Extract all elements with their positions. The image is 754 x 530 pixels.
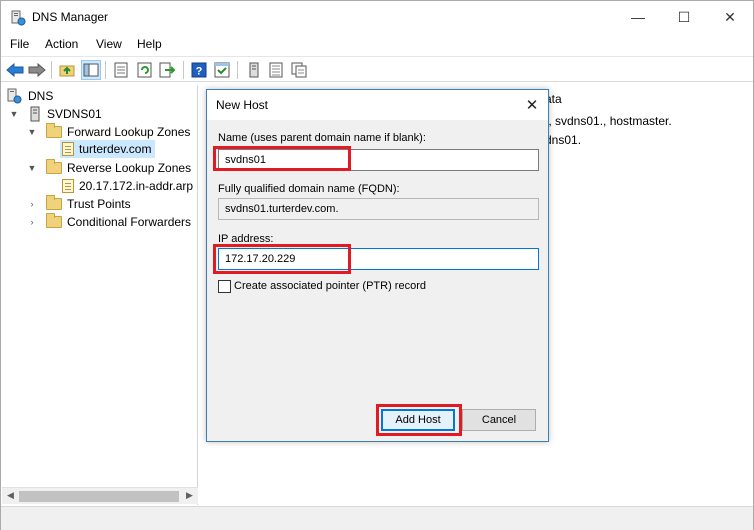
help-icon[interactable]: ? bbox=[189, 60, 209, 80]
chevron-down-icon[interactable]: ▼ bbox=[8, 109, 20, 119]
tree-item-forward-lookup-zones[interactable]: ▼ Forward Lookup Zones bbox=[26, 123, 190, 141]
action-pane-icon[interactable] bbox=[212, 60, 232, 80]
tree-item-turterdev-zone[interactable]: turterdev.com bbox=[60, 140, 156, 158]
chevron-right-icon[interactable]: › bbox=[26, 217, 38, 227]
back-arrow-icon[interactable] bbox=[5, 60, 25, 80]
copy-records-icon[interactable] bbox=[289, 60, 309, 80]
server-icon[interactable] bbox=[244, 60, 264, 80]
tree-label-conditional-forwarders: Conditional Forwarders bbox=[67, 215, 192, 229]
menu-bar: File Action View Help bbox=[1, 33, 753, 55]
host-name-input[interactable]: svdns01 bbox=[218, 149, 539, 171]
new-host-dialog: New Host ✕ Name (uses parent domain name… bbox=[206, 89, 549, 442]
folder-icon bbox=[46, 159, 62, 174]
folder-icon bbox=[46, 195, 62, 210]
close-button[interactable]: ✕ bbox=[707, 1, 753, 33]
properties-list-icon[interactable] bbox=[111, 60, 131, 80]
tree-label-reverse-zone-item: 20.17.172.in-addr.arp bbox=[79, 179, 194, 193]
window-title: DNS Manager bbox=[32, 10, 109, 24]
chevron-right-icon[interactable]: › bbox=[26, 199, 38, 209]
fqdn-label: Fully qualified domain name (FQDN): bbox=[218, 183, 400, 195]
refresh-icon[interactable] bbox=[135, 60, 155, 80]
zone-file-icon bbox=[62, 179, 74, 193]
server-icon bbox=[30, 106, 40, 122]
record-row-ns[interactable]: dns01. bbox=[545, 133, 581, 147]
pane-edge-marks bbox=[747, 205, 750, 325]
show-hide-tree-icon[interactable] bbox=[81, 60, 101, 80]
forward-arrow-icon[interactable] bbox=[27, 60, 47, 80]
tree-item-trust-points[interactable]: › Trust Points bbox=[26, 195, 131, 213]
tree-label-reverse-zones: Reverse Lookup Zones bbox=[67, 161, 192, 175]
tree-label-turterdev: turterdev.com bbox=[79, 142, 152, 156]
toolbar: ? bbox=[1, 56, 753, 82]
tree-label-server: SVDNS01 bbox=[47, 107, 102, 121]
folder-icon bbox=[46, 123, 62, 138]
minimize-button[interactable]: — bbox=[615, 1, 661, 33]
menu-action[interactable]: Action bbox=[45, 37, 78, 51]
scroll-left-icon[interactable]: ◀ bbox=[7, 490, 14, 501]
zone-file-icon bbox=[62, 142, 74, 156]
folder-icon bbox=[46, 213, 62, 228]
tree-label-forward-zones: Forward Lookup Zones bbox=[67, 125, 191, 139]
menu-help[interactable]: Help bbox=[137, 37, 162, 51]
scroll-right-icon[interactable]: ▶ bbox=[186, 490, 193, 501]
record-row-soa[interactable]: ], svdns01., hostmaster. bbox=[545, 114, 672, 128]
menu-file[interactable]: File bbox=[10, 37, 29, 51]
scrollbar-thumb[interactable] bbox=[19, 491, 179, 502]
svg-text:?: ? bbox=[196, 66, 203, 78]
console-tree: DNS ▼ SVDNS01 ▼ Forward Lookup Zones tur… bbox=[2, 85, 198, 505]
record-list-icon[interactable] bbox=[266, 60, 286, 80]
cancel-button[interactable]: Cancel bbox=[462, 409, 536, 431]
ptr-checkbox[interactable] bbox=[218, 280, 231, 293]
dialog-title-bar: New Host ✕ bbox=[207, 90, 548, 120]
name-label: Name (uses parent domain name if blank): bbox=[218, 132, 426, 144]
tree-item-reverse-zone[interactable]: 20.17.172.in-addr.arp bbox=[62, 177, 193, 195]
tree-item-conditional-forwarders[interactable]: › Conditional Forwarders bbox=[26, 213, 191, 231]
dialog-title: New Host bbox=[216, 98, 269, 112]
export-list-icon[interactable] bbox=[157, 60, 177, 80]
dns-server-icon bbox=[11, 10, 26, 26]
tree-item-server[interactable]: ▼ SVDNS01 bbox=[8, 105, 102, 123]
dns-icon bbox=[7, 88, 22, 104]
close-icon[interactable]: ✕ bbox=[522, 95, 542, 115]
ptr-label: Create associated pointer (PTR) record bbox=[234, 280, 426, 292]
maximize-button[interactable]: ☐ bbox=[661, 1, 707, 33]
tree-item-dns[interactable]: DNS bbox=[6, 87, 53, 105]
add-host-button[interactable]: Add Host bbox=[381, 409, 455, 431]
status-bar bbox=[1, 506, 753, 530]
up-folder-icon[interactable] bbox=[57, 60, 77, 80]
ip-address-input[interactable]: 172.17.20.229 bbox=[218, 248, 539, 270]
ip-address-label: IP address: bbox=[218, 233, 274, 245]
title-bar: DNS Manager — ☐ ✕ bbox=[1, 1, 753, 33]
fqdn-field: svdns01.turterdev.com. bbox=[218, 198, 539, 220]
tree-label-trust-points: Trust Points bbox=[67, 197, 131, 211]
tree-item-reverse-lookup-zones[interactable]: ▼ Reverse Lookup Zones bbox=[26, 159, 191, 177]
tree-horizontal-scrollbar[interactable]: ◀ ▶ bbox=[2, 487, 198, 504]
dns-manager-window: DNS Manager — ☐ ✕ File Action View Help bbox=[0, 0, 754, 530]
chevron-down-icon[interactable]: ▼ bbox=[26, 127, 38, 137]
menu-view[interactable]: View bbox=[96, 37, 122, 51]
tree-label-dns: DNS bbox=[28, 89, 54, 103]
chevron-down-icon[interactable]: ▼ bbox=[26, 163, 38, 173]
